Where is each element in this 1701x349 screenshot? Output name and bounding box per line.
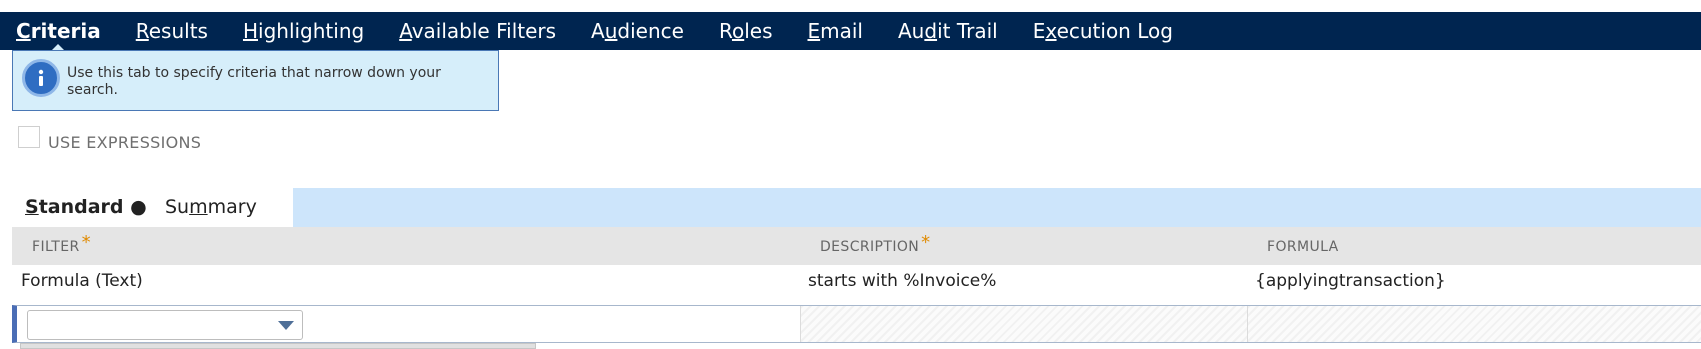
cell-description[interactable]: starts with %Invoice% bbox=[808, 265, 996, 297]
dropdown-list-edge bbox=[20, 343, 536, 349]
criteria-table-header: FILTER * DESCRIPTION * FORMULA bbox=[12, 227, 1701, 265]
subtab-summary-label: Summary bbox=[165, 196, 257, 218]
tab-email[interactable]: Email bbox=[808, 12, 864, 50]
info-message-text: Use this tab to specify criteria that na… bbox=[67, 65, 441, 98]
criteria-subtab-bar: Standard ● Summary bbox=[12, 188, 1701, 227]
use-expressions-checkbox[interactable] bbox=[18, 126, 40, 148]
tab-audience[interactable]: Audience bbox=[591, 12, 684, 50]
subtab-summary[interactable]: Summary bbox=[157, 188, 293, 227]
tab-execution-log[interactable]: Execution Log bbox=[1033, 12, 1173, 50]
required-marker: * bbox=[81, 232, 91, 253]
tab-audit-trail[interactable]: Audit Trail bbox=[898, 12, 998, 50]
info-icon bbox=[22, 59, 60, 97]
tab-email-label: Email bbox=[807, 19, 864, 43]
formula-cell-disabled bbox=[1247, 306, 1701, 342]
tab-audit-trail-label: Audit Trail bbox=[898, 19, 998, 43]
use-expressions-label[interactable]: USE EXPRESSIONS bbox=[48, 133, 201, 152]
required-marker: * bbox=[921, 232, 931, 253]
tab-execution-log-label: Execution Log bbox=[1032, 19, 1173, 43]
tab-available-filters[interactable]: Available Filters bbox=[399, 12, 556, 50]
subtab-active-marker: ● bbox=[130, 196, 147, 218]
cell-filter[interactable]: Formula (Text) bbox=[21, 265, 143, 297]
subtab-standard[interactable]: Standard ● bbox=[12, 188, 170, 227]
filter-select-dropdown[interactable] bbox=[27, 310, 303, 340]
table-row[interactable]: Formula (Text) starts with %Invoice% {ap… bbox=[12, 265, 1701, 303]
chevron-down-icon[interactable] bbox=[278, 321, 294, 330]
column-header-formula: FORMULA bbox=[1267, 239, 1339, 255]
main-tab-bar: Criteria Results Highlighting Available … bbox=[0, 12, 1701, 51]
tab-roles-label: Roles bbox=[718, 19, 773, 43]
tab-criteria-label: Criteria bbox=[16, 19, 101, 43]
description-cell-disabled bbox=[800, 306, 1248, 342]
info-message-box: Use this tab to specify criteria that na… bbox=[12, 50, 499, 111]
tab-available-filters-label: Available Filters bbox=[399, 19, 557, 43]
tab-criteria[interactable]: Criteria bbox=[16, 12, 101, 51]
tab-audience-label: Audience bbox=[591, 19, 684, 43]
subtab-standard-label: Standard bbox=[25, 196, 124, 218]
tab-roles[interactable]: Roles bbox=[719, 12, 773, 50]
tab-results-label: Results bbox=[135, 19, 208, 43]
column-header-description: DESCRIPTION * bbox=[820, 232, 931, 255]
cell-formula[interactable]: {applyingtransaction} bbox=[1255, 265, 1446, 297]
new-criteria-row[interactable] bbox=[12, 305, 1701, 343]
tab-highlighting-label: Highlighting bbox=[242, 19, 365, 43]
tab-results[interactable]: Results bbox=[136, 12, 208, 50]
tab-highlighting[interactable]: Highlighting bbox=[243, 12, 364, 50]
column-header-filter: FILTER * bbox=[32, 232, 91, 255]
